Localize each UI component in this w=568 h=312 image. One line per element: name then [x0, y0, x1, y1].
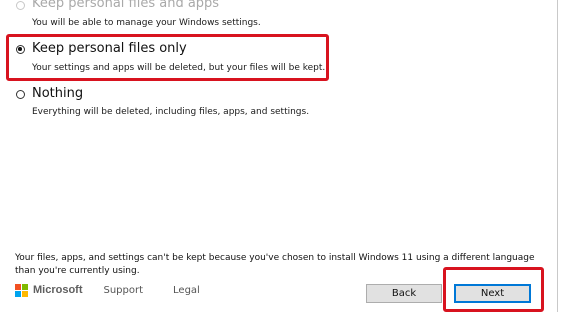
support-link[interactable]: Support [104, 285, 144, 296]
option-description: You will be able to manage your Windows … [32, 18, 261, 28]
highlight-box-selected-option [6, 34, 329, 81]
radio-keep-files-and-apps [16, 1, 25, 10]
footer-links: Microsoft Support Legal [15, 283, 200, 297]
legal-link[interactable]: Legal [173, 285, 200, 296]
microsoft-brand-name: Microsoft [33, 284, 83, 296]
radio-nothing[interactable] [16, 90, 25, 99]
window-edge [557, 0, 558, 312]
option-keep-files-and-apps: Keep personal files and apps You will be… [16, 0, 416, 32]
option-description: Everything will be deleted, including fi… [32, 107, 310, 117]
option-label: Nothing [32, 86, 84, 101]
language-warning-text: Your files, apps, and settings can't be … [15, 253, 535, 276]
option-label: Keep personal files and apps [32, 0, 220, 11]
back-button[interactable]: Back [366, 284, 442, 303]
option-nothing[interactable]: Nothing Everything will be deleted, incl… [16, 86, 416, 120]
microsoft-logo-icon [15, 283, 28, 297]
next-button[interactable]: Next [454, 284, 531, 303]
